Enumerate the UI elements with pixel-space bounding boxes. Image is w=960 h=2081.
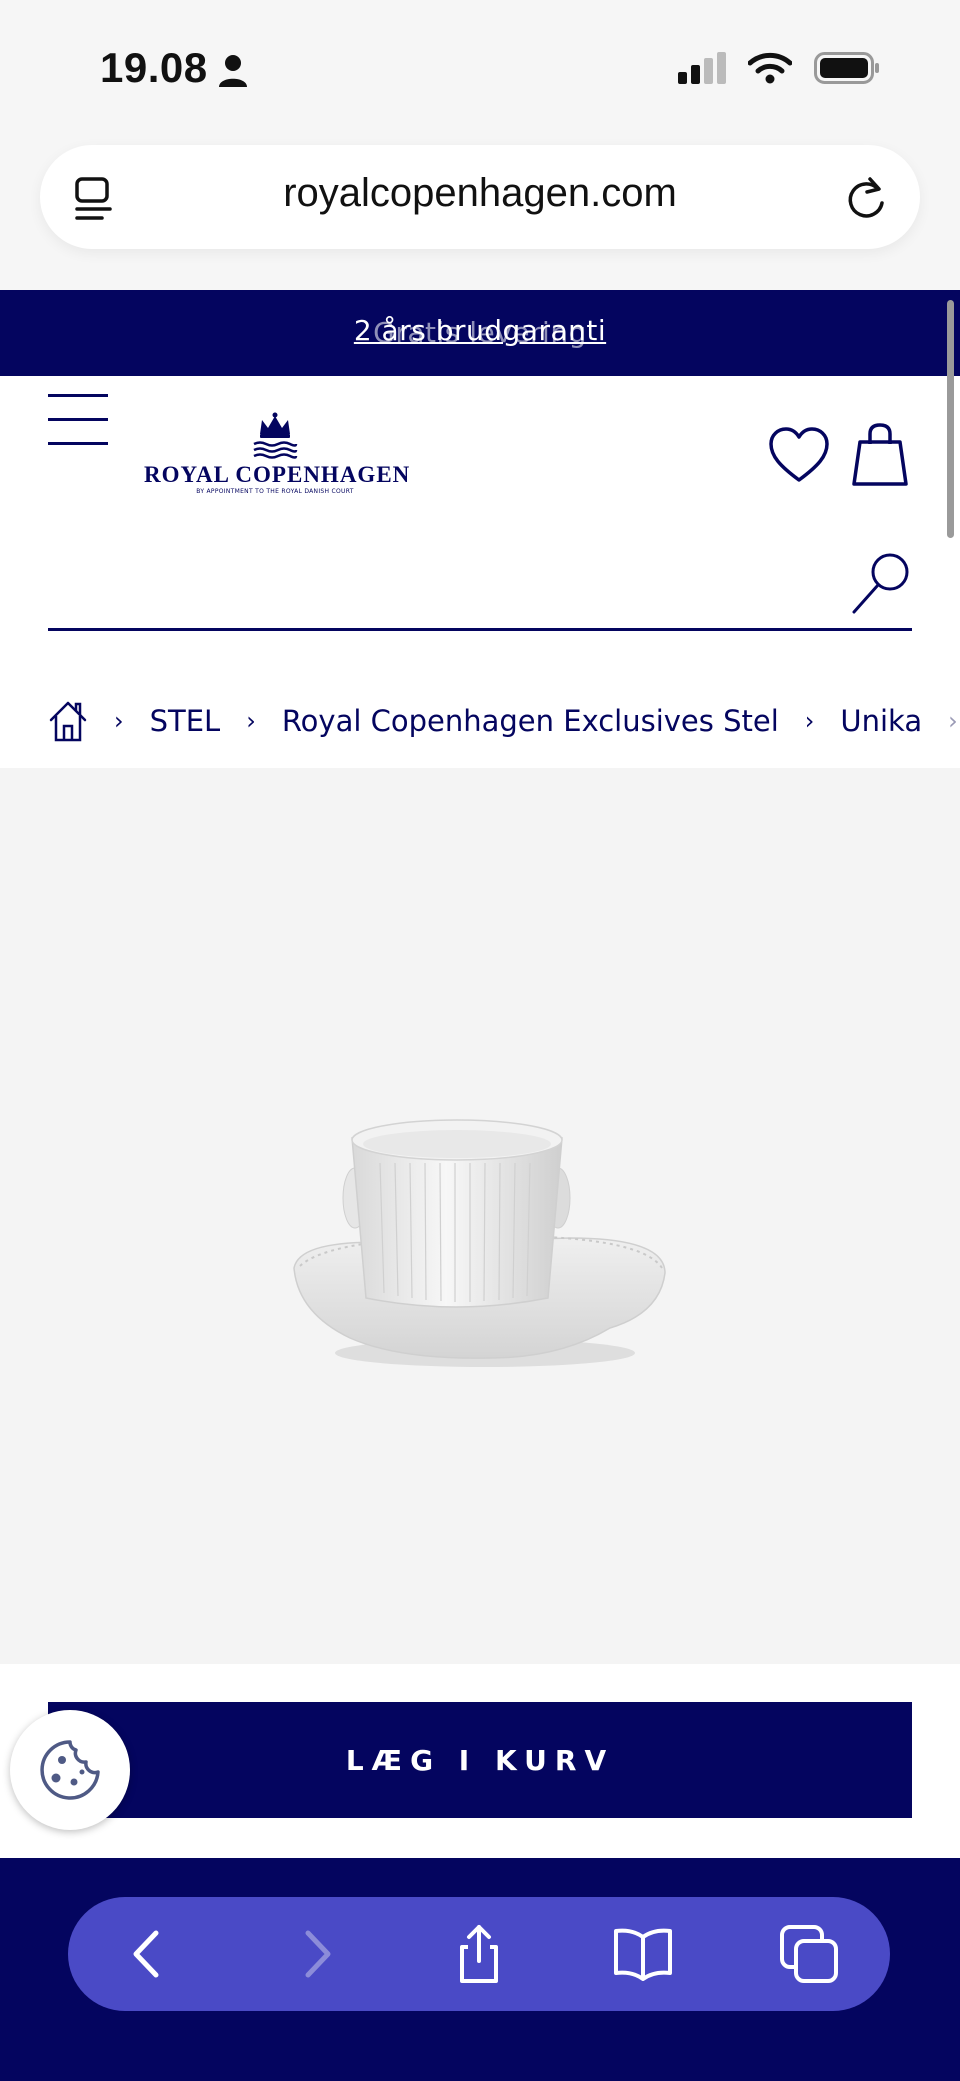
browser-toolbar <box>68 1897 890 2011</box>
cookie-icon <box>40 1740 100 1800</box>
reload-icon[interactable] <box>844 175 888 221</box>
search-icon[interactable] <box>850 552 912 616</box>
bookmarks-icon[interactable] <box>612 1923 674 1985</box>
logo-name: ROYAL COPENHAGEN <box>144 462 411 487</box>
heart-icon[interactable] <box>768 426 830 484</box>
breadcrumb-item-stel[interactable]: STEL <box>150 704 221 738</box>
back-icon[interactable] <box>118 1923 180 1985</box>
person-icon <box>219 55 247 87</box>
promo-banner: Gratis levering 2 års brudgaranti <box>0 290 960 376</box>
breadcrumb-item-exclusives[interactable]: Royal Copenhagen Exclusives Stel <box>282 704 779 738</box>
url-text[interactable]: royalcopenhagen.com <box>40 171 920 216</box>
cookie-button[interactable] <box>10 1710 130 1830</box>
url-bar[interactable]: royalcopenhagen.com <box>40 145 920 249</box>
chevron-right-icon: › <box>114 707 124 735</box>
battery-icon <box>814 52 879 84</box>
logo[interactable]: ROYAL COPENHAGEN BY APPOINTMENT TO THE R… <box>144 412 411 502</box>
cellular-icon <box>678 52 726 84</box>
tabs-overview-icon[interactable] <box>778 1923 840 1985</box>
logo-tagline: BY APPOINTMENT TO THE ROYAL DANISH COURT <box>196 488 354 495</box>
bag-icon[interactable] <box>850 422 910 486</box>
promo-link[interactable]: 2 års brudgaranti <box>0 314 960 347</box>
status-time: 19.08 <box>100 44 208 91</box>
page-scrollbar[interactable] <box>947 300 954 538</box>
status-bar: 19.08 <box>0 0 960 140</box>
share-icon[interactable] <box>448 1923 510 1985</box>
cup-and-saucer-image <box>293 1119 666 1367</box>
add-to-cart-button[interactable]: LÆG I KURV <box>48 1702 912 1818</box>
chevron-right-icon: › <box>246 707 256 735</box>
menu-icon[interactable] <box>48 392 110 448</box>
search-input[interactable] <box>48 558 832 620</box>
search-bar[interactable] <box>48 548 912 631</box>
forward-icon[interactable] <box>284 1923 346 1985</box>
crown-icon <box>253 412 298 459</box>
breadcrumb-item-unika[interactable]: Unika <box>840 704 922 738</box>
product-image[interactable] <box>0 768 960 1664</box>
chevron-right-icon: › <box>948 707 958 735</box>
chevron-right-icon: › <box>804 707 815 735</box>
breadcrumb: › STEL › Royal Copenhagen Exclusives Ste… <box>48 696 960 746</box>
home-icon[interactable] <box>48 700 88 742</box>
wifi-icon <box>748 52 792 84</box>
